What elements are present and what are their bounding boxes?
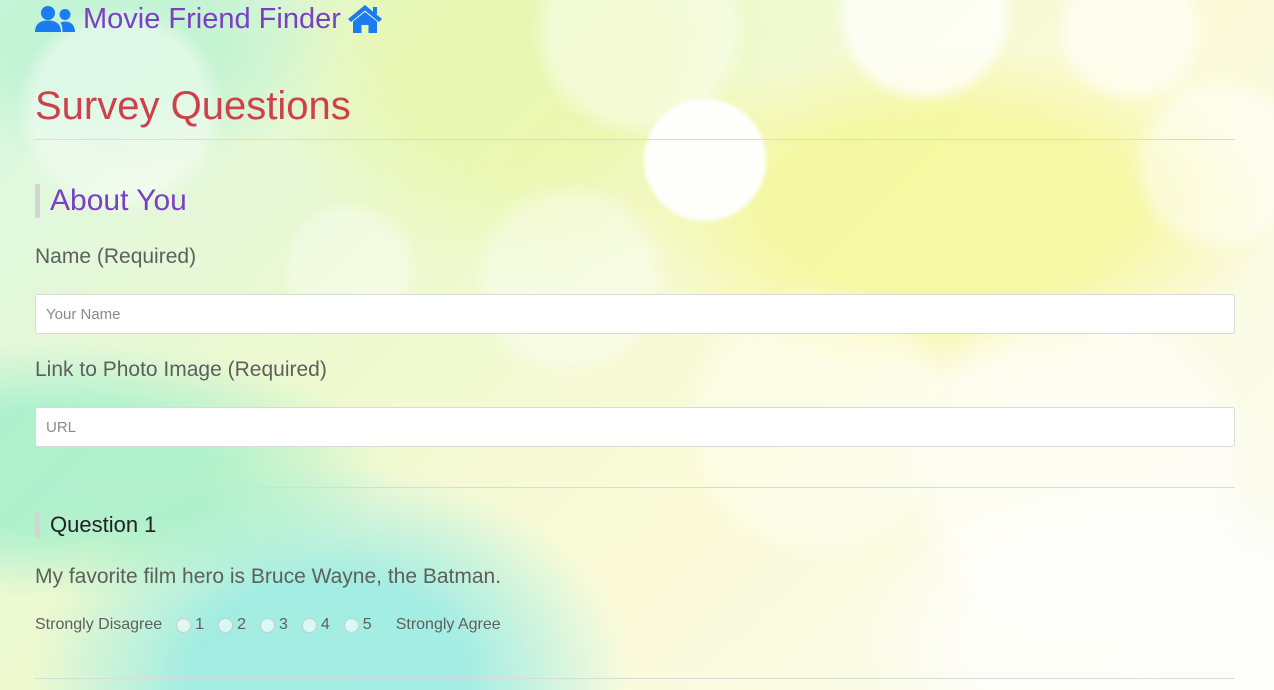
q1-option-4-label: 4 bbox=[320, 616, 330, 633]
strongly-agree-label: Strongly Agree bbox=[395, 616, 501, 633]
q1-radio-4[interactable] bbox=[301, 617, 317, 633]
question-1-heading: Question 1 bbox=[35, 512, 156, 538]
q1-option-1[interactable]: 1 bbox=[176, 616, 204, 634]
strongly-disagree-label: Strongly Disagree bbox=[35, 616, 163, 633]
q1-option-3-label: 3 bbox=[278, 616, 288, 633]
about-you-heading: About You bbox=[35, 184, 187, 218]
q1-radio-3[interactable] bbox=[259, 617, 275, 633]
about-divider bbox=[35, 487, 1235, 488]
question-1-divider bbox=[35, 678, 1235, 679]
brand-title: Movie Friend Finder bbox=[83, 2, 341, 35]
home-icon bbox=[347, 5, 382, 33]
q1-radio-1[interactable] bbox=[176, 617, 192, 633]
photo-url-input[interactable] bbox=[35, 407, 1235, 447]
q1-option-3[interactable]: 3 bbox=[259, 616, 288, 634]
q1-option-5-label: 5 bbox=[362, 616, 372, 633]
q1-option-5[interactable]: 5 bbox=[343, 616, 372, 634]
question-1-text: My favorite film hero is Bruce Wayne, th… bbox=[35, 565, 502, 588]
q1-option-1-label: 1 bbox=[195, 616, 205, 633]
title-divider bbox=[35, 139, 1235, 140]
q1-radio-2[interactable] bbox=[218, 617, 234, 633]
q1-option-4[interactable]: 4 bbox=[301, 616, 330, 634]
photo-link-label: Link to Photo Image (Required) bbox=[35, 358, 327, 381]
brand-link[interactable]: Movie Friend Finder bbox=[35, 0, 383, 38]
question-1-scale: Strongly Disagree 1 2 3 4 5 Strongly Agr… bbox=[35, 616, 501, 634]
name-input[interactable] bbox=[35, 294, 1235, 334]
q1-option-2[interactable]: 2 bbox=[218, 616, 246, 634]
q1-radio-5[interactable] bbox=[343, 617, 359, 633]
page-title: Survey Questions bbox=[35, 84, 351, 128]
users-icon bbox=[35, 6, 75, 32]
name-label: Name (Required) bbox=[35, 245, 197, 268]
q1-option-2-label: 2 bbox=[237, 616, 246, 633]
